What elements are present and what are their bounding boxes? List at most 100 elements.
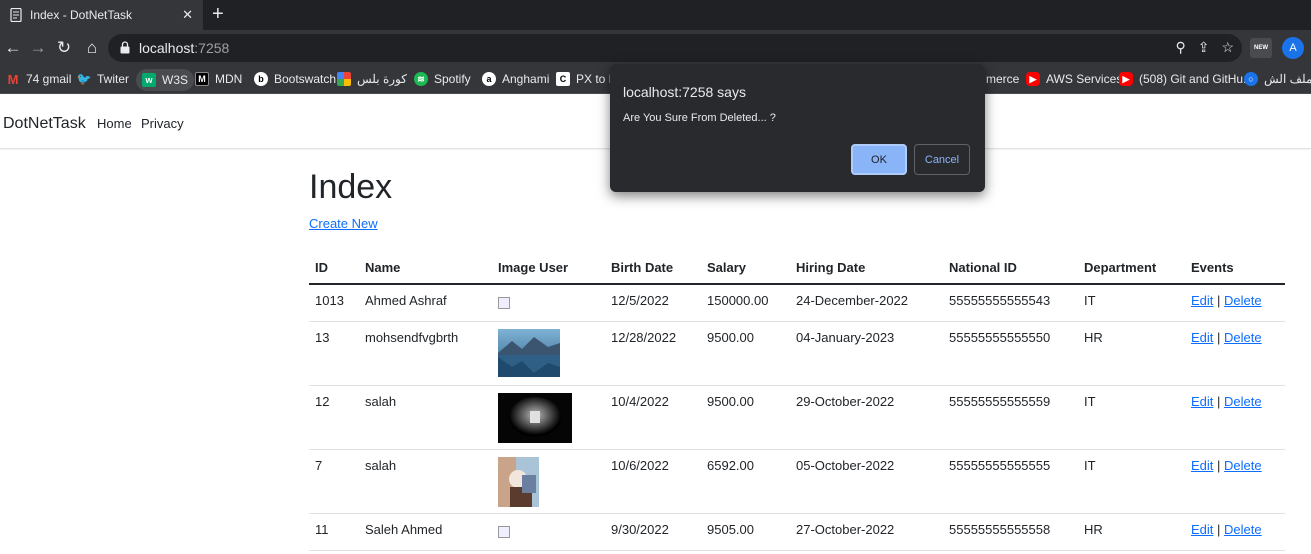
col-salary: Salary xyxy=(701,252,790,285)
cell-national-id: 55555555555559 xyxy=(943,385,1078,450)
col-hiring-date: Hiring Date xyxy=(790,252,943,285)
close-icon[interactable]: ✕ xyxy=(182,7,193,23)
cell-hiring-date: 05-October-2022 xyxy=(790,449,943,514)
nav-home[interactable]: Home xyxy=(97,116,132,131)
bookmark-label: Bootswatch xyxy=(274,72,337,86)
edit-link[interactable]: Edit xyxy=(1191,293,1213,308)
edit-link[interactable]: Edit xyxy=(1191,522,1213,537)
profile-avatar[interactable]: A xyxy=(1282,37,1304,59)
cell-birth-date: 9/30/2022 xyxy=(605,513,701,551)
c-icon: C xyxy=(556,72,570,86)
cell-image xyxy=(492,449,605,514)
cell-name: salah xyxy=(359,449,492,514)
cell-events: Edit | Delete xyxy=(1185,385,1285,450)
home-icon[interactable]: ⌂ xyxy=(82,38,102,58)
cell-department: HR xyxy=(1078,321,1185,386)
bookmark-git[interactable]: ▶ (508) Git and GitHu... xyxy=(1119,72,1253,86)
col-name: Name xyxy=(359,252,492,285)
cell-salary: 150000.00 xyxy=(701,284,790,322)
cell-national-id: 55555555555555 xyxy=(943,449,1078,514)
google-icon xyxy=(337,72,351,86)
edit-link[interactable]: Edit xyxy=(1191,394,1213,409)
tab-title: Index - DotNetTask xyxy=(30,8,133,22)
bookmark-twitter[interactable]: 🐦 Twiter xyxy=(77,72,129,86)
cell-name: Saleh Ahmed xyxy=(359,513,492,551)
broken-image-icon xyxy=(498,297,510,309)
cancel-button[interactable]: Cancel xyxy=(914,144,970,175)
bookmark-mdn[interactable]: M MDN xyxy=(195,72,242,86)
forward-icon[interactable]: → xyxy=(28,38,48,58)
delete-link[interactable]: Delete xyxy=(1224,330,1262,345)
cell-image xyxy=(492,385,605,450)
cell-hiring-date: 29-October-2022 xyxy=(790,385,943,450)
cell-name: salah xyxy=(359,385,492,450)
bookmark-merce[interactable]: merce xyxy=(986,72,1019,86)
col-id: ID xyxy=(309,252,359,285)
new-tab-icon[interactable]: + xyxy=(212,4,224,24)
table-row: 7 salah 10/6/2022 6592.00 05-October-202… xyxy=(309,449,1285,514)
table-header-row: ID Name Image User Birth Date Salary Hir… xyxy=(309,252,1285,285)
cell-national-id: 55555555555543 xyxy=(943,284,1078,322)
col-national-id: National ID xyxy=(943,252,1078,285)
cell-salary: 9505.00 xyxy=(701,513,790,551)
extension-new-badge[interactable]: NEW xyxy=(1250,38,1272,58)
bookmark-label: W3S xyxy=(162,73,189,87)
bookmark-label: (508) Git and GitHu... xyxy=(1139,72,1254,86)
address-bar[interactable]: localhost:7258 ⚲ ⇪ ☆ xyxy=(108,34,1242,62)
cell-birth-date: 12/5/2022 xyxy=(605,284,701,322)
share-icon[interactable]: ⇪ xyxy=(1198,39,1210,56)
zoom-icon[interactable]: ⚲ xyxy=(1175,39,1185,56)
table-row: 12 salah 10/4/2022 9500.00 29-October-20… xyxy=(309,385,1285,450)
cell-events: Edit | Delete xyxy=(1185,321,1285,386)
ok-button[interactable]: OK xyxy=(851,144,907,175)
cell-birth-date: 12/28/2022 xyxy=(605,321,701,386)
delete-link[interactable]: Delete xyxy=(1224,458,1262,473)
browser-tab[interactable]: Index - DotNetTask ✕ xyxy=(0,0,203,30)
cell-salary: 6592.00 xyxy=(701,449,790,514)
bookmark-label: MDN xyxy=(215,72,243,86)
bookmark-spotify[interactable]: ≋ Spotify xyxy=(414,72,471,86)
bookmark-gmail[interactable]: M 74 gmail xyxy=(6,72,72,87)
confirm-dialog: localhost:7258 says Are You Sure From De… xyxy=(610,64,985,192)
separator: | xyxy=(1217,521,1221,537)
bookmark-w3s[interactable]: w W3S xyxy=(136,69,195,91)
url-text: localhost:7258 xyxy=(139,40,229,56)
col-events: Events xyxy=(1185,252,1285,285)
edit-link[interactable]: Edit xyxy=(1191,330,1213,345)
user-photo-person xyxy=(498,456,539,507)
edit-link[interactable]: Edit xyxy=(1191,458,1213,473)
bookmark-label: Spotify xyxy=(434,72,471,86)
twitter-icon: 🐦 xyxy=(76,72,92,86)
back-icon[interactable]: ← xyxy=(3,38,23,58)
star-icon[interactable]: ☆ xyxy=(1221,39,1234,56)
browser-tabstrip: Index - DotNetTask ✕ + xyxy=(0,0,1311,30)
bookmark-file[interactable]: ○ ملف الش... xyxy=(1244,72,1311,86)
separator: | xyxy=(1217,393,1221,409)
table-row: 11 Saleh Ahmed 9/30/2022 9505.00 27-Octo… xyxy=(309,513,1285,551)
w3schools-icon: w xyxy=(142,73,156,87)
mdn-icon: M xyxy=(195,72,209,86)
cell-events: Edit | Delete xyxy=(1185,449,1285,514)
delete-link[interactable]: Delete xyxy=(1224,394,1262,409)
browser-toolbar: ← → ↻ ⌂ localhost:7258 ⚲ ⇪ ☆ xyxy=(0,30,1311,66)
bookmark-label: ملف الش... xyxy=(1264,72,1311,86)
delete-link[interactable]: Delete xyxy=(1224,522,1262,537)
cell-id: 12 xyxy=(309,385,359,450)
bookmark-bootswatch[interactable]: b Bootswatch xyxy=(254,72,336,86)
cell-id: 1013 xyxy=(309,284,359,322)
bookmark-anghami[interactable]: a Anghami xyxy=(482,72,549,86)
user-photo-dark xyxy=(498,392,572,443)
delete-link[interactable]: Delete xyxy=(1224,293,1262,308)
site-brand[interactable]: DotNetTask xyxy=(3,115,86,133)
youtube-icon: ▶ xyxy=(1119,72,1133,86)
dialog-title: localhost:7258 says xyxy=(623,84,746,100)
bookmark-pxtor[interactable]: C PX to R xyxy=(556,72,617,86)
bookmark-aws[interactable]: ▶ AWS Services xyxy=(1026,72,1122,86)
reload-icon[interactable]: ↻ xyxy=(54,38,74,58)
separator: | xyxy=(1217,329,1221,345)
bookmark-korabals[interactable]: كورة بلس xyxy=(337,72,407,86)
bootswatch-icon: b xyxy=(254,72,268,86)
cell-national-id: 55555555555550 xyxy=(943,321,1078,386)
create-new-link[interactable]: Create New xyxy=(309,216,378,231)
nav-privacy[interactable]: Privacy xyxy=(141,116,184,131)
